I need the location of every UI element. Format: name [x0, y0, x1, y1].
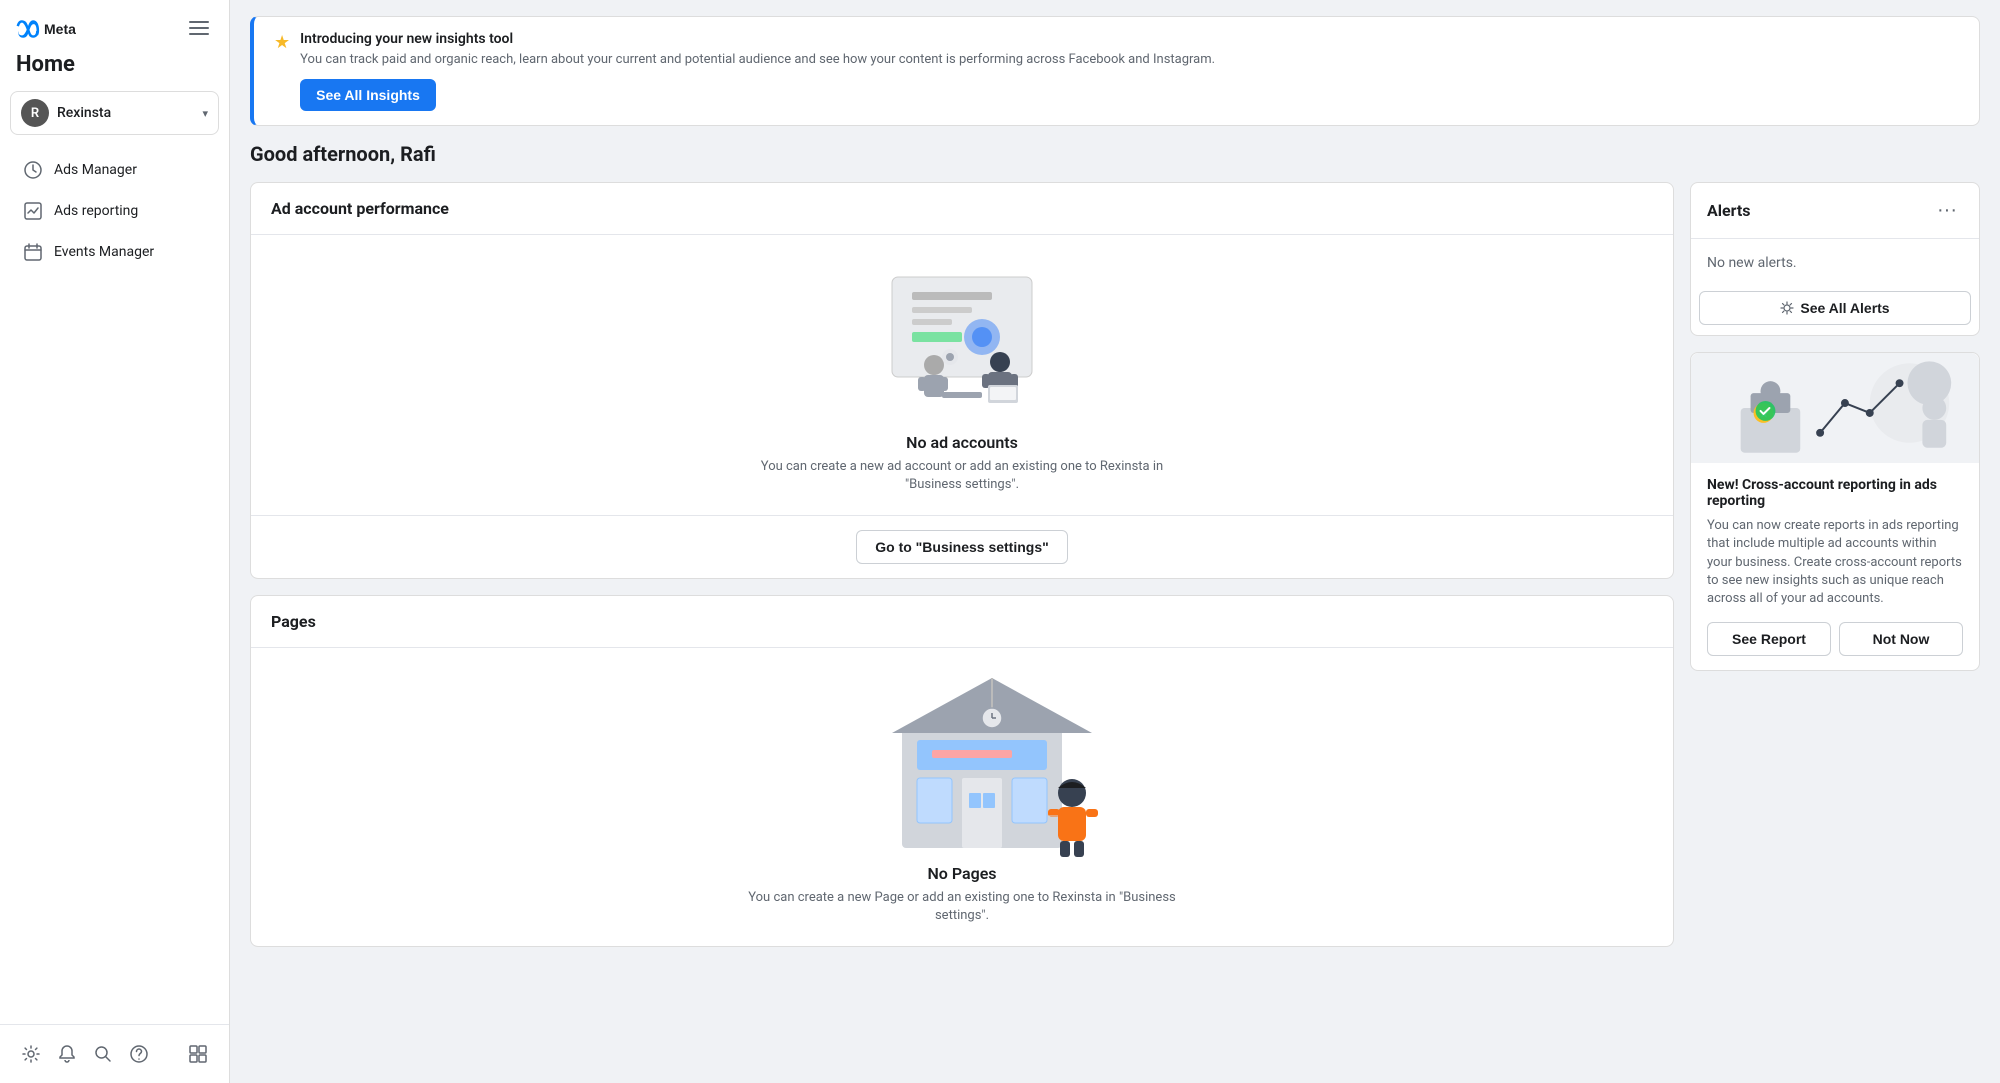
sidebar-footer — [0, 1024, 229, 1083]
sidebar-item-ads-manager[interactable]: Ads Manager — [8, 150, 221, 190]
alerts-title: Alerts — [1707, 201, 1751, 220]
star-icon: ★ — [274, 32, 290, 53]
sidebar-item-ads-reporting[interactable]: Ads reporting — [8, 191, 221, 231]
sidebar-item-label: Ads reporting — [54, 203, 138, 219]
cross-account-illustration: ★ — [1691, 353, 1979, 463]
cross-card-body: New! Cross-account reporting in ads repo… — [1691, 463, 1979, 670]
cross-account-card: ★ New — [1690, 352, 1980, 671]
ad-account-performance-card: Ad account performance — [250, 182, 1674, 579]
pages-card-title: Pages — [271, 612, 1653, 631]
content-row: Ad account performance — [250, 182, 1980, 946]
alerts-card: Alerts ··· No new alerts. See All Alerts — [1690, 182, 1980, 336]
sidebar-item-label: Ads Manager — [54, 162, 137, 178]
page-title: Home — [0, 48, 229, 87]
card-footer: Go to "Business settings" — [251, 515, 1673, 578]
hamburger-button[interactable] — [185, 14, 213, 42]
pages-card: Pages — [250, 595, 1674, 946]
no-alerts-text: No new alerts. — [1691, 239, 1979, 287]
see-all-insights-button[interactable]: See All Insights — [300, 79, 436, 111]
help-button[interactable] — [122, 1037, 156, 1071]
account-selector[interactable]: R Rexinsta ▾ — [10, 91, 219, 135]
meta-logo: Meta — [16, 16, 76, 40]
search-button[interactable] — [86, 1037, 120, 1071]
ads-manager-icon — [22, 159, 44, 181]
no-ad-accounts-desc: You can create a new ad account or add a… — [742, 458, 1182, 494]
not-now-button[interactable]: Not Now — [1839, 622, 1963, 656]
card-header: Ad account performance — [251, 183, 1673, 235]
ads-reporting-icon — [22, 200, 44, 222]
alerts-more-button[interactable]: ··· — [1931, 197, 1963, 224]
account-name: Rexinsta — [57, 105, 194, 121]
pages-illustration — [862, 668, 1062, 848]
avatar: R — [21, 99, 49, 127]
no-pages-title: No Pages — [927, 864, 996, 883]
sidebar-item-label: Events Manager — [54, 244, 154, 260]
greeting-text: Good afternoon, Rafi — [250, 142, 1980, 166]
business-settings-button[interactable]: Go to "Business settings" — [856, 530, 1068, 564]
alerts-header: Alerts ··· — [1691, 183, 1979, 239]
card-body: No ad accounts You can create a new ad a… — [251, 235, 1673, 515]
cross-account-actions: See Report Not Now — [1707, 622, 1963, 656]
cross-account-title: New! Cross-account reporting in ads repo… — [1707, 477, 1963, 509]
sidebar: Meta Home R Rexinsta ▾ Ads Mana — [0, 0, 230, 1083]
notifications-button[interactable] — [50, 1037, 84, 1071]
chevron-down-icon: ▾ — [202, 107, 208, 120]
cross-account-description: You can now create reports in ads report… — [1707, 517, 1963, 608]
main-panel: Ad account performance — [250, 182, 1674, 946]
events-manager-icon — [22, 241, 44, 263]
banner-description: You can track paid and organic reach, le… — [300, 51, 1959, 69]
right-panel: Alerts ··· No new alerts. See All Alerts — [1690, 182, 1980, 671]
no-ad-accounts-title: No ad accounts — [906, 433, 1018, 452]
grid-view-button[interactable] — [181, 1037, 215, 1071]
sidebar-header: Meta — [0, 0, 229, 48]
insights-banner: ★ Introducing your new insights tool You… — [250, 16, 1980, 126]
ad-illustration — [862, 257, 1062, 417]
pages-card-header: Pages — [251, 596, 1673, 648]
sidebar-item-events-manager[interactable]: Events Manager — [8, 232, 221, 272]
settings-button[interactable] — [14, 1037, 48, 1071]
nav-menu: Ads Manager Ads reporting Events Manager — [0, 145, 229, 1024]
banner-content: Introducing your new insights tool You c… — [300, 31, 1959, 111]
main-content: ★ Introducing your new insights tool You… — [230, 0, 2000, 1083]
see-all-alerts-button[interactable]: See All Alerts — [1699, 291, 1971, 325]
footer-icon-group — [14, 1037, 156, 1071]
pages-card-body: No Pages You can create a new Page or ad… — [251, 648, 1673, 945]
svg-text:Meta: Meta — [44, 21, 76, 37]
banner-title: Introducing your new insights tool — [300, 31, 1959, 47]
see-report-button[interactable]: See Report — [1707, 622, 1831, 656]
no-pages-desc: You can create a new Page or add an exis… — [742, 889, 1182, 925]
gear-icon — [1780, 301, 1794, 315]
card-title: Ad account performance — [271, 199, 1653, 218]
